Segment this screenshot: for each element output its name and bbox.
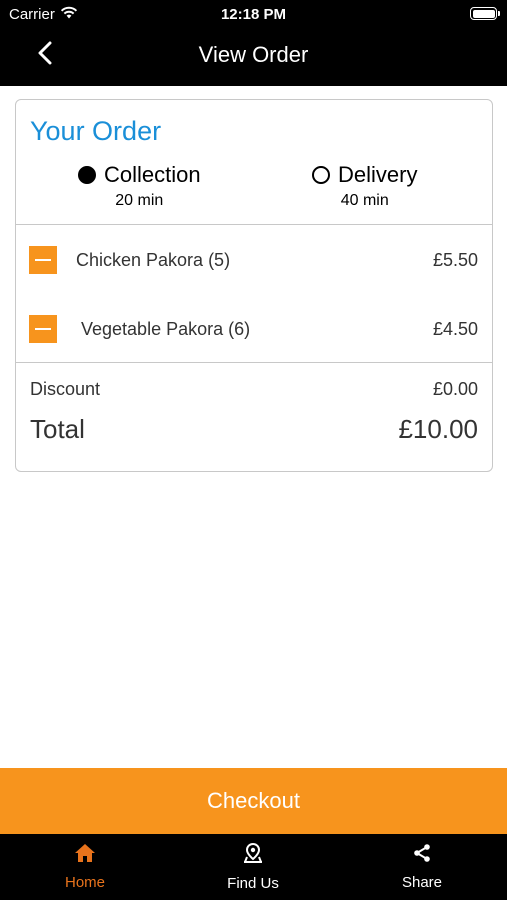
remove-item-button[interactable] xyxy=(29,315,57,343)
order-title: Your Order xyxy=(30,116,162,146)
battery-icon xyxy=(470,7,500,20)
checkout-button[interactable]: Checkout xyxy=(0,768,507,834)
page-title: View Order xyxy=(198,42,309,67)
delivery-option[interactable]: Delivery 40 min xyxy=(312,162,417,210)
delivery-time: 40 min xyxy=(340,192,389,209)
item-name: Chicken Pakora (5) xyxy=(76,250,231,270)
tab-find-us[interactable]: Find Us xyxy=(193,834,313,900)
status-time: 12:18 PM xyxy=(220,6,287,23)
minus-icon xyxy=(35,259,51,261)
total-label: Total xyxy=(30,414,85,444)
location-pin-icon xyxy=(242,842,264,869)
discount-label: Discount xyxy=(30,379,101,399)
home-icon xyxy=(74,843,96,868)
top-bar: Carrier 12:18 PM View Order xyxy=(0,0,507,86)
view-order-screen: Carrier 12:18 PM View Order Your Order C… xyxy=(0,0,507,900)
status-bar: Carrier 12:18 PM xyxy=(0,0,507,28)
order-item: Vegetable Pakora (6) £4.50 xyxy=(16,311,492,351)
delivery-label: Delivery xyxy=(338,162,418,187)
collection-label: Collection xyxy=(104,162,201,187)
order-item: Chicken Pakora (5) £5.50 xyxy=(16,242,492,282)
tab-share[interactable]: Share xyxy=(362,834,482,900)
remove-item-button[interactable] xyxy=(29,246,57,274)
tab-home[interactable]: Home xyxy=(25,834,145,900)
discount-value: £0.00 xyxy=(432,379,478,399)
share-icon xyxy=(412,843,432,868)
collection-option[interactable]: Collection 20 min xyxy=(78,162,201,210)
tab-share-label: Share xyxy=(401,874,443,891)
divider xyxy=(16,362,492,363)
collection-radio[interactable] xyxy=(78,166,96,184)
total-value: £10.00 xyxy=(398,414,478,444)
tab-home-label: Home xyxy=(64,874,105,891)
collection-time: 20 min xyxy=(115,192,164,209)
item-price: £4.50 xyxy=(432,319,478,339)
order-card: Your Order Collection 20 min Delivery 40… xyxy=(15,99,493,472)
tab-find-us-label: Find Us xyxy=(227,875,279,892)
divider xyxy=(16,224,492,225)
tab-bar: Home Find Us Share xyxy=(0,834,507,900)
item-name: Vegetable Pakora (6) xyxy=(81,319,251,339)
item-price: £5.50 xyxy=(432,250,478,270)
delivery-radio[interactable] xyxy=(312,166,330,184)
minus-icon xyxy=(35,328,51,330)
